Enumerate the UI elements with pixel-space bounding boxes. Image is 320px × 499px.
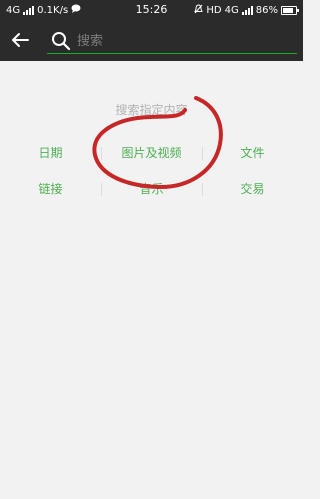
search-input[interactable] — [75, 30, 293, 52]
mute-bell-icon — [194, 4, 204, 17]
category-row-1: 日期 图片及视频 文件 — [0, 134, 303, 170]
search-header — [0, 20, 303, 61]
category-images-videos[interactable]: 图片及视频 — [101, 144, 202, 161]
battery-icon — [281, 6, 299, 15]
red-circle-annotation — [92, 96, 223, 190]
category-files[interactable]: 文件 — [202, 144, 303, 161]
signal-right-icon — [241, 6, 253, 15]
network-type-right: 4G — [224, 5, 239, 16]
battery-level — [283, 8, 294, 13]
back-arrow-icon — [12, 33, 29, 47]
category-links[interactable]: 链接 — [0, 180, 101, 197]
back-button[interactable] — [6, 26, 34, 54]
search-hint: 搜索指定内容 — [115, 103, 188, 117]
status-right: HD 4G 86% — [194, 4, 299, 17]
category-music[interactable]: 音乐 — [101, 180, 202, 197]
category-date[interactable]: 日期 — [0, 144, 101, 161]
search-underline — [47, 53, 297, 54]
category-transactions[interactable]: 交易 — [202, 180, 303, 197]
category-row-2: 链接 音乐 交易 — [0, 170, 303, 206]
category-grid: 日期 图片及视频 文件 链接 音乐 交易 — [0, 134, 303, 206]
battery-percent: 86% — [255, 5, 278, 16]
status-bar: 4G 0.1K/s 15:26 HD 4G 86% — [0, 0, 303, 20]
search-icon — [51, 31, 71, 51]
hd-label: HD — [206, 5, 222, 16]
search-box — [47, 28, 297, 54]
